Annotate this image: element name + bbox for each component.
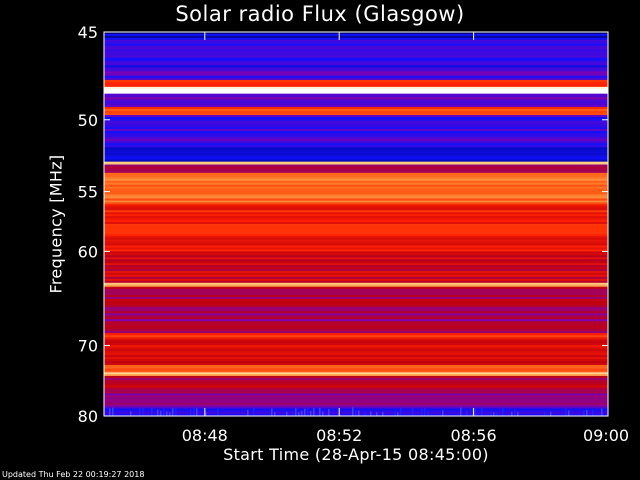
interference-spike bbox=[217, 409, 219, 416]
y-tick-label: 80 bbox=[78, 407, 98, 426]
interference-spike bbox=[322, 411, 324, 416]
interference-spike bbox=[364, 412, 366, 416]
interference-spike bbox=[163, 409, 165, 416]
interference-spike bbox=[130, 411, 132, 416]
interference-spike bbox=[496, 412, 498, 416]
interference-spike bbox=[109, 408, 111, 416]
y-tick-label: 50 bbox=[78, 111, 98, 130]
interference-spike bbox=[151, 407, 153, 416]
interference-spike bbox=[253, 407, 255, 416]
x-axis-label: Start Time (28-Apr-15 08:45:00) bbox=[223, 445, 489, 464]
x-tick-label: 09:00 bbox=[583, 426, 629, 445]
interference-spike bbox=[475, 409, 477, 416]
interference-spike bbox=[460, 407, 462, 416]
interference-spike bbox=[142, 407, 144, 416]
interference-spike bbox=[481, 407, 483, 416]
interference-spike bbox=[502, 407, 504, 416]
x-tick-label: 08:52 bbox=[316, 426, 362, 445]
y-axis-label: Frequency [MHz] bbox=[46, 154, 66, 294]
interference-spike bbox=[166, 411, 168, 416]
interference-spike bbox=[271, 408, 273, 416]
interference-spike bbox=[424, 407, 426, 416]
interference-spike bbox=[304, 408, 306, 416]
interference-spike bbox=[160, 410, 162, 416]
y-tick-label: 60 bbox=[78, 242, 98, 261]
x-tick-label: 08:56 bbox=[451, 426, 497, 445]
interference-spike bbox=[139, 407, 141, 416]
interference-spike bbox=[565, 408, 567, 416]
spectrogram-chart: 455055607080 08:48 08:52 08:56 09:00 bbox=[78, 23, 629, 445]
chart-title: Solar radio Flux (Glasgow) bbox=[175, 2, 465, 26]
interference-spike bbox=[490, 411, 492, 416]
interference-spike bbox=[298, 411, 300, 416]
interference-spike bbox=[376, 412, 378, 416]
interference-spike bbox=[328, 409, 330, 416]
interference-spike bbox=[358, 410, 360, 416]
interference-spike bbox=[292, 410, 294, 416]
interference-spike bbox=[583, 410, 585, 416]
interference-spike bbox=[586, 410, 588, 416]
interference-spike bbox=[196, 408, 198, 416]
interference-spike bbox=[157, 409, 159, 416]
interference-spike bbox=[112, 407, 114, 416]
interference-spike bbox=[301, 410, 303, 416]
interference-spike bbox=[370, 411, 372, 416]
interference-spike bbox=[394, 411, 396, 416]
interference-spike bbox=[355, 410, 357, 416]
interference-spike bbox=[421, 408, 423, 416]
interference-spike bbox=[442, 410, 444, 416]
interference-spike bbox=[412, 408, 414, 416]
interference-spike bbox=[592, 409, 594, 416]
interference-spike bbox=[544, 411, 546, 416]
interference-spike bbox=[400, 407, 402, 416]
interference-spike bbox=[568, 410, 570, 416]
interference-spike bbox=[601, 408, 603, 416]
interference-spike bbox=[382, 411, 384, 416]
interference-spike bbox=[550, 411, 552, 416]
interference-spike bbox=[274, 412, 276, 416]
interference-spike bbox=[190, 409, 192, 416]
interference-spike bbox=[295, 408, 297, 416]
interference-spike bbox=[313, 408, 315, 416]
y-tick-label: 70 bbox=[78, 336, 98, 355]
interference-spike bbox=[493, 412, 495, 416]
updated-timestamp: Updated Thu Feb 22 00:19:27 2018 bbox=[2, 470, 145, 479]
interference-spike bbox=[172, 408, 174, 416]
interference-spike bbox=[427, 410, 429, 416]
interference-spike bbox=[352, 407, 354, 416]
interference-spike bbox=[397, 412, 399, 416]
interference-spike bbox=[514, 409, 516, 416]
spectrogram-plot-area bbox=[104, 32, 608, 417]
interference-spike bbox=[466, 410, 468, 416]
interference-spike bbox=[175, 407, 177, 416]
interference-spike bbox=[511, 411, 513, 416]
y-tick-label: 55 bbox=[78, 183, 98, 202]
interference-spike bbox=[247, 409, 249, 416]
interference-spike bbox=[169, 412, 171, 416]
x-tick-label: 08:48 bbox=[182, 426, 228, 445]
interference-spike bbox=[319, 407, 321, 416]
interference-spike bbox=[193, 407, 195, 416]
interference-spike bbox=[517, 411, 519, 416]
interference-spike bbox=[286, 411, 288, 416]
interference-spike bbox=[310, 410, 312, 416]
interference-spike bbox=[307, 407, 309, 416]
